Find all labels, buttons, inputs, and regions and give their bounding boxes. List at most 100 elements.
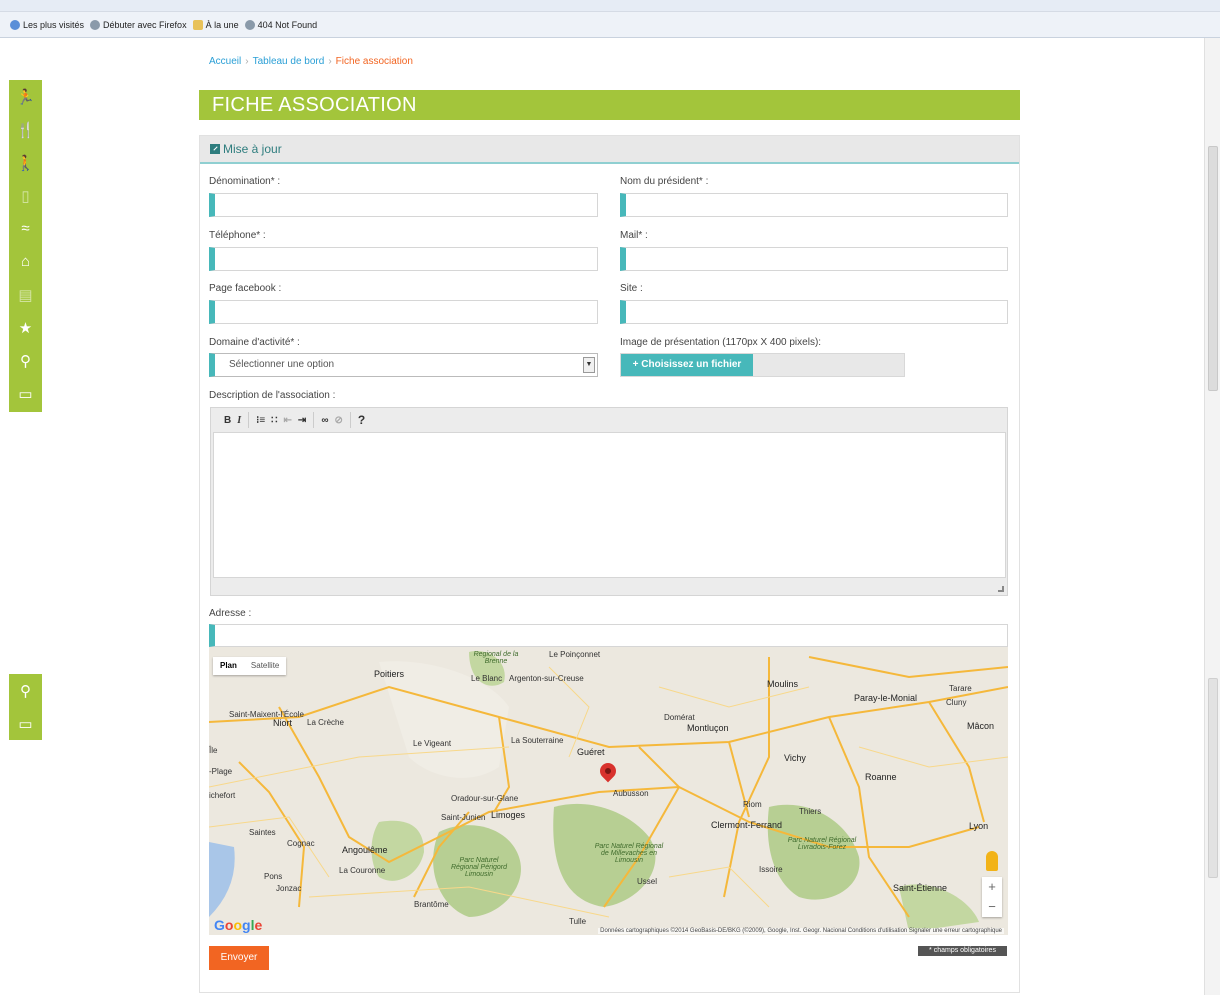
help-button[interactable]: ? (358, 413, 365, 427)
map-canvas (209, 647, 1008, 935)
map-label: Saint-Maixent-l'École (229, 710, 304, 719)
bookmark-news[interactable]: À la une (192, 20, 239, 30)
denomination-input[interactable] (209, 193, 598, 217)
map[interactable]: Plan Satellite Poitiers Saint-Maixent-l'… (209, 647, 1008, 935)
resize-handle[interactable] (998, 586, 1004, 592)
image-label: Image de présentation (1170px X 400 pixe… (620, 337, 822, 348)
denomination-label: Dénomination* : (209, 176, 281, 187)
map-label: Mâcon (967, 721, 995, 731)
map-type-plan[interactable]: Plan (213, 657, 244, 675)
map-label: Limoges (491, 810, 526, 820)
indent-button[interactable]: ⇥ (298, 415, 306, 426)
domain-select[interactable]: Sélectionner une option ▼ (209, 353, 598, 377)
page-title: FICHE ASSOCIATION (199, 90, 1020, 120)
map-pin-icon: ⚲ (20, 682, 31, 700)
panel-heading: Mise à jour (200, 136, 1019, 164)
breadcrumb-home[interactable]: Accueil (209, 56, 241, 67)
scrollbar-thumb-ghost (1208, 678, 1218, 878)
address-input[interactable] (209, 624, 1008, 647)
sidebar-item-card[interactable]: ▭ (9, 377, 42, 410)
facebook-label: Page facebook : (209, 283, 282, 294)
browser-toolbar: Les plus visités Débuter avec Firefox À … (0, 0, 1220, 38)
file-picker: + Choisissez un fichier (620, 353, 905, 377)
map-park-label: Regional de la Brenne (473, 651, 519, 665)
map-label: Vichy (784, 753, 806, 763)
unordered-list-button[interactable]: ∷ (271, 415, 277, 426)
map-label: Issoire (759, 865, 783, 874)
page-scrollbar[interactable] (1204, 38, 1220, 995)
runner-icon: 🏃 (16, 88, 35, 106)
phone-label: Téléphone* : (209, 230, 266, 241)
sidebar-item-swimming[interactable]: ≈ (9, 212, 42, 245)
bold-button[interactable]: B (224, 415, 231, 426)
map-label: Tarare (949, 684, 972, 693)
home-icon: ⌂ (20, 253, 31, 270)
mail-label: Mail* : (620, 230, 648, 241)
card-icon: ▭ (18, 715, 33, 733)
file-icon: ▤ (18, 286, 33, 304)
choose-file-button[interactable]: + Choisissez un fichier (621, 354, 753, 376)
sidebar-item-hiking[interactable]: 🚶 (9, 146, 42, 179)
sidebar-item-sport[interactable]: 🏃 (9, 80, 42, 113)
bookmark-getting-started[interactable]: Débuter avec Firefox (90, 20, 187, 30)
scrollbar-thumb[interactable] (1208, 146, 1218, 391)
map-label: Clermont-Ferrand (711, 820, 783, 830)
ordered-list-button[interactable]: ⁝≡ (256, 415, 265, 426)
description-label: Description de l'association : (209, 390, 336, 401)
sidebar-item-location[interactable]: ⚲ (9, 344, 42, 377)
president-input[interactable] (620, 193, 1008, 217)
edit-icon (210, 144, 220, 154)
zoom-in-button[interactable]: + (982, 877, 1002, 897)
sidebar-item-card-2[interactable]: ▭ (9, 707, 42, 740)
swimming-icon: ≈ (21, 220, 30, 237)
map-label: Île (209, 746, 218, 755)
street-view-pegman-icon[interactable] (986, 851, 998, 871)
submit-button[interactable]: Envoyer (209, 946, 269, 970)
map-label: Domérat (664, 713, 695, 722)
italic-button[interactable]: I (237, 415, 241, 426)
description-textarea[interactable] (213, 432, 1006, 578)
map-label: Pons (264, 872, 283, 881)
rss-folder-icon (192, 20, 203, 30)
map-label: Poitiers (374, 669, 405, 679)
map-attribution[interactable]: Données cartographiques ©2014 GeoBasis-D… (598, 928, 1004, 934)
sidebar-item-restaurant[interactable]: 🍴 (9, 113, 42, 146)
description-editor: B I ⁝≡ ∷ ⇤ ⇥ ∞ ⊘ ? (210, 407, 1008, 596)
zoom-out-button[interactable]: − (982, 897, 1002, 917)
map-label: Cluny (946, 698, 967, 707)
phone-input[interactable] (209, 247, 598, 271)
mail-input[interactable] (620, 247, 1008, 271)
editor-link-group: ∞ ⊘ (314, 412, 351, 428)
sidebar-item-favorites[interactable]: ★ (9, 311, 42, 344)
breadcrumb-dashboard[interactable]: Tableau de bord (253, 56, 325, 67)
sidebar-item-location-2[interactable]: ⚲ (9, 674, 42, 707)
breadcrumb-separator: › (328, 56, 332, 67)
outdent-button[interactable]: ⇤ (284, 415, 292, 426)
facebook-input[interactable] (209, 300, 598, 324)
site-input[interactable] (620, 300, 1008, 324)
bookmark-most-visited[interactable]: Les plus visités (10, 20, 84, 30)
map-label: Le Poinçonnet (549, 650, 601, 659)
map-label: Niort (273, 718, 293, 728)
sidebar-item-file[interactable]: ▤ (9, 278, 42, 311)
editor-toolbar: B I ⁝≡ ∷ ⇤ ⇥ ∞ ⊘ ? (211, 408, 1007, 432)
chevron-down-icon[interactable]: ▼ (583, 357, 595, 373)
address-label: Adresse : (209, 608, 252, 619)
bookmark-404[interactable]: 404 Not Found (244, 20, 317, 30)
map-label: Thiers (799, 807, 822, 816)
browser-tab-strip (0, 0, 1220, 12)
map-label: Saint-Étienne (893, 883, 948, 893)
hiking-icon: 🚶 (16, 154, 35, 172)
document-icon: ▯ (21, 187, 30, 205)
map-type-satellite[interactable]: Satellite (244, 657, 286, 675)
map-park-label: Parc Naturel Régional Livradois-Forez (787, 837, 857, 851)
map-label: Ussel (637, 877, 658, 886)
map-label: Montluçon (687, 723, 729, 733)
sidebar-item-home[interactable]: ⌂ (9, 245, 42, 278)
domain-label: Domaine d'activité* : (209, 337, 300, 348)
unlink-button[interactable]: ⊘ (334, 415, 342, 426)
map-label: Lyon (969, 821, 989, 831)
map-label: Brantôme (414, 900, 449, 909)
link-button[interactable]: ∞ (321, 415, 328, 426)
sidebar-item-document[interactable]: ▯ (9, 179, 42, 212)
